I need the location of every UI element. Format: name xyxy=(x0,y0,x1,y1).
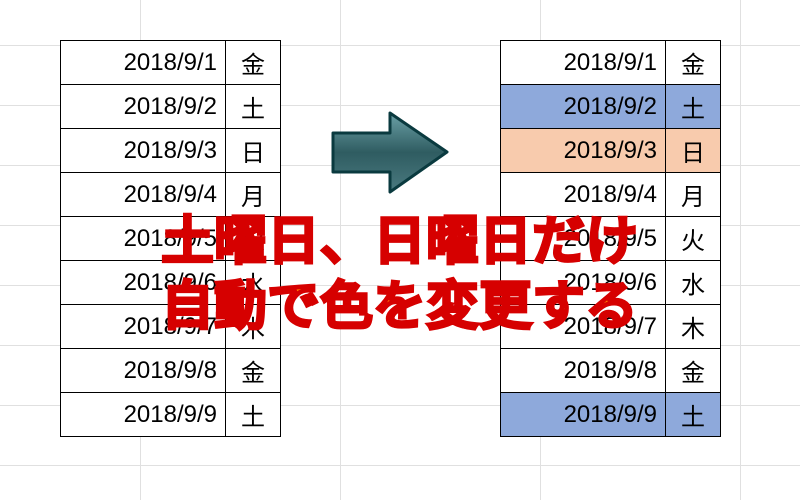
arrow-right-icon xyxy=(325,105,455,205)
day-cell: 金 xyxy=(666,41,721,85)
table-row: 2018/9/7木 xyxy=(501,305,721,349)
date-cell: 2018/9/9 xyxy=(501,393,666,437)
left-table: 2018/9/1金 2018/9/2土 2018/9/3日 2018/9/4月 … xyxy=(60,40,281,437)
date-cell: 2018/9/1 xyxy=(501,41,666,85)
date-cell: 2018/9/2 xyxy=(501,85,666,129)
day-cell: 日 xyxy=(226,129,281,173)
day-cell: 金 xyxy=(226,41,281,85)
table-row: 2018/9/6水 xyxy=(501,261,721,305)
date-cell: 2018/9/1 xyxy=(61,41,226,85)
day-cell: 土 xyxy=(666,85,721,129)
table-row: 2018/9/3日 xyxy=(501,129,721,173)
day-cell: 土 xyxy=(226,85,281,129)
day-cell: 火 xyxy=(666,217,721,261)
table-row: 2018/9/5火 xyxy=(61,217,281,261)
table-row: 2018/9/2土 xyxy=(61,85,281,129)
day-cell: 木 xyxy=(666,305,721,349)
day-cell: 水 xyxy=(666,261,721,305)
left-table-body: 2018/9/1金 2018/9/2土 2018/9/3日 2018/9/4月 … xyxy=(61,41,281,437)
table-row: 2018/9/8金 xyxy=(501,349,721,393)
date-cell: 2018/9/4 xyxy=(61,173,226,217)
right-table-body: 2018/9/1金 2018/9/2土 2018/9/3日 2018/9/4月 … xyxy=(501,41,721,437)
table-row: 2018/9/2土 xyxy=(501,85,721,129)
table-row: 2018/9/9土 xyxy=(501,393,721,437)
day-cell: 金 xyxy=(226,349,281,393)
date-cell: 2018/9/2 xyxy=(61,85,226,129)
day-cell: 日 xyxy=(666,129,721,173)
day-cell: 土 xyxy=(226,393,281,437)
date-cell: 2018/9/7 xyxy=(61,305,226,349)
day-cell: 火 xyxy=(226,217,281,261)
day-cell: 月 xyxy=(666,173,721,217)
date-cell: 2018/9/5 xyxy=(61,217,226,261)
table-row: 2018/9/6水 xyxy=(61,261,281,305)
table-row: 2018/9/4月 xyxy=(61,173,281,217)
table-row: 2018/9/1金 xyxy=(501,41,721,85)
date-cell: 2018/9/3 xyxy=(501,129,666,173)
right-table: 2018/9/1金 2018/9/2土 2018/9/3日 2018/9/4月 … xyxy=(500,40,721,437)
date-cell: 2018/9/3 xyxy=(61,129,226,173)
table-row: 2018/9/9土 xyxy=(61,393,281,437)
day-cell: 水 xyxy=(226,261,281,305)
date-cell: 2018/9/7 xyxy=(501,305,666,349)
table-row: 2018/9/8金 xyxy=(61,349,281,393)
day-cell: 土 xyxy=(666,393,721,437)
date-cell: 2018/9/9 xyxy=(61,393,226,437)
table-row: 2018/9/4月 xyxy=(501,173,721,217)
day-cell: 金 xyxy=(666,349,721,393)
table-row: 2018/9/1金 xyxy=(61,41,281,85)
day-cell: 月 xyxy=(226,173,281,217)
table-row: 2018/9/7木 xyxy=(61,305,281,349)
day-cell: 木 xyxy=(226,305,281,349)
date-cell: 2018/9/8 xyxy=(501,349,666,393)
table-row: 2018/9/5火 xyxy=(501,217,721,261)
date-cell: 2018/9/6 xyxy=(61,261,226,305)
date-cell: 2018/9/5 xyxy=(501,217,666,261)
date-cell: 2018/9/8 xyxy=(61,349,226,393)
date-cell: 2018/9/6 xyxy=(501,261,666,305)
date-cell: 2018/9/4 xyxy=(501,173,666,217)
table-row: 2018/9/3日 xyxy=(61,129,281,173)
